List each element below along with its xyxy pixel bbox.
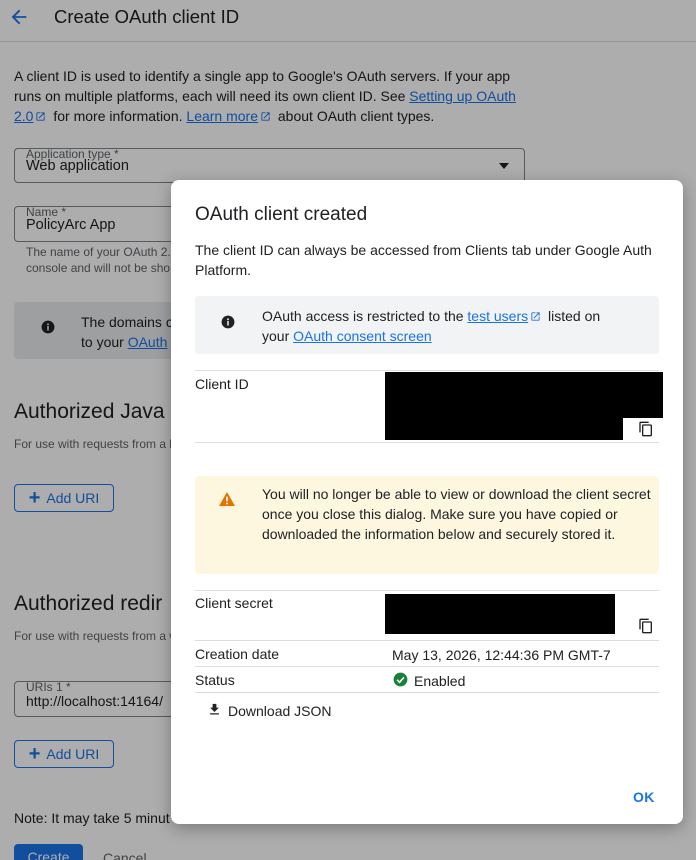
- client-id-label: Client ID: [195, 376, 249, 392]
- creation-date-value: May 13, 2026, 12:44:36 PM GMT-7: [392, 647, 611, 663]
- divider: [195, 590, 659, 591]
- divider: [195, 442, 659, 443]
- client-id-redacted: [385, 372, 663, 418]
- download-json-button[interactable]: Download JSON: [207, 702, 332, 720]
- copy-client-id-icon[interactable]: [638, 421, 654, 437]
- info-icon: [221, 315, 235, 334]
- test-users-info-text: OAuth access is restricted to the test u…: [262, 307, 601, 344]
- oauth-client-created-dialog: OAuth client created The client ID can a…: [171, 180, 683, 824]
- divider: [195, 370, 659, 371]
- divider: [195, 692, 659, 693]
- copy-client-secret-icon[interactable]: [638, 618, 654, 634]
- ok-button[interactable]: OK: [633, 789, 655, 805]
- download-icon: [207, 702, 222, 720]
- status-value: Enabled: [393, 672, 465, 690]
- divider: [195, 640, 659, 641]
- dialog-description: The client ID can always be accessed fro…: [195, 242, 652, 278]
- status-label: Status: [195, 672, 235, 688]
- dialog-title: OAuth client created: [195, 204, 368, 225]
- creation-date-label: Creation date: [195, 646, 280, 662]
- client-id-redacted: [385, 416, 623, 440]
- secret-warning-banner: You will no longer be able to view or do…: [195, 476, 659, 574]
- client-secret-redacted: [385, 594, 615, 634]
- test-users-link[interactable]: test users: [467, 308, 528, 324]
- test-users-info-banner: OAuth access is restricted to the test u…: [195, 296, 659, 354]
- external-link-icon: [530, 307, 541, 321]
- client-secret-label: Client secret: [195, 595, 273, 611]
- warning-icon: [219, 492, 235, 511]
- oauth-consent-screen-link[interactable]: OAuth consent screen: [293, 328, 432, 344]
- check-circle-icon: [393, 672, 408, 690]
- secret-warning-text: You will no longer be able to view or do…: [262, 486, 651, 542]
- divider: [195, 666, 659, 667]
